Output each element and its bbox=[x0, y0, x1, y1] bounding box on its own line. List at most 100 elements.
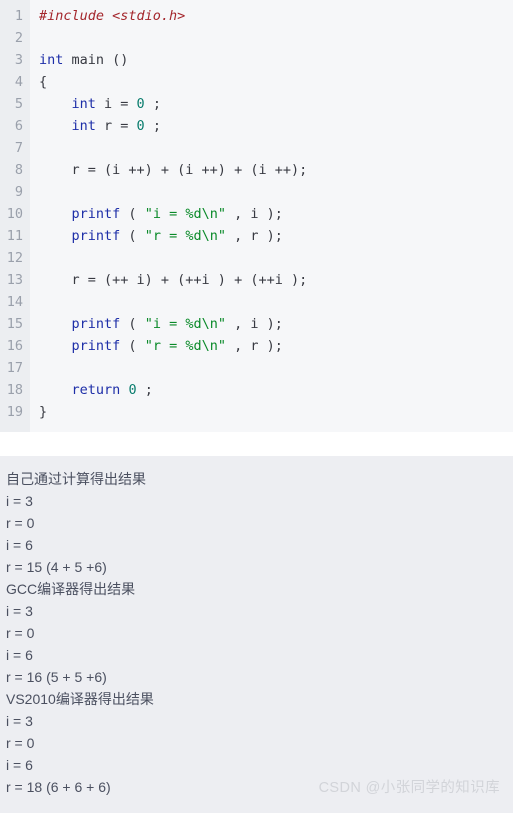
code-token-pre: #include <stdio.h> bbox=[39, 8, 186, 24]
line-number: 16 bbox=[6, 338, 23, 354]
code-line: 2 bbox=[0, 27, 513, 49]
code-token-p: { bbox=[39, 74, 48, 90]
code-line-content: printf ( "i = %d\n" , i ); bbox=[30, 203, 283, 225]
line-number: 6 bbox=[14, 118, 23, 134]
code-token-str: "r = %d\n" bbox=[144, 228, 226, 244]
code-line-content: r = (i ++) + (i ++) + (i ++); bbox=[30, 159, 308, 181]
code-line: 14 bbox=[0, 291, 513, 313]
line-number: 8 bbox=[14, 162, 23, 178]
section-separator bbox=[0, 432, 513, 456]
code-line-content: printf ( "r = %d\n" , r ); bbox=[30, 335, 283, 357]
output-line: r = 0 bbox=[6, 625, 35, 641]
code-token-p: i = bbox=[95, 96, 137, 112]
line-number: 18 bbox=[6, 382, 23, 398]
code-line: 8 r = (i ++) + (i ++) + (i ++); bbox=[0, 159, 513, 181]
code-token-p: , i ); bbox=[225, 316, 283, 332]
code-line-content: printf ( "i = %d\n" , i ); bbox=[30, 313, 283, 335]
code-token-p bbox=[39, 96, 72, 112]
line-number: 9 bbox=[14, 184, 23, 200]
code-block: 1 #include <stdio.h> 2 3 int main () 4{5 int… bbox=[0, 0, 513, 432]
code-token-fn: printf bbox=[71, 338, 121, 354]
code-line: 4{ bbox=[0, 71, 513, 93]
output-line: r = 0 bbox=[6, 735, 35, 751]
code-line: 15 printf ( "i = %d\n" , i ); bbox=[0, 313, 513, 335]
code-token-p: , i ); bbox=[225, 206, 283, 222]
code-line-content: { bbox=[30, 71, 47, 93]
code-token-p: ( bbox=[120, 228, 145, 244]
output-heading: 自己通过计算得出结果 bbox=[6, 471, 146, 487]
code-line-content: int i = 0 ; bbox=[30, 93, 161, 115]
output-heading: VS2010编译器得出结果 bbox=[6, 691, 154, 707]
output-line: i = 3 bbox=[6, 713, 33, 729]
output-panel: 自己通过计算得出结果 i = 3 r = 0 i = 6 r = 15 (4 + 5 +… bbox=[0, 456, 513, 813]
code-token-k: int bbox=[71, 96, 96, 112]
code-token-p: ; bbox=[144, 96, 161, 112]
line-number: 3 bbox=[14, 52, 23, 68]
line-number: 2 bbox=[14, 30, 23, 46]
line-number: 13 bbox=[6, 272, 23, 288]
code-token-str: "i = %d\n" bbox=[144, 206, 226, 222]
code-line-content bbox=[30, 181, 47, 203]
code-token-p: , r ); bbox=[225, 228, 283, 244]
code-line: 18 return 0 ; bbox=[0, 379, 513, 401]
code-line: 3 int main () bbox=[0, 49, 513, 71]
line-number: 5 bbox=[14, 96, 23, 112]
code-line: 12 bbox=[0, 247, 513, 269]
code-token-p: ( bbox=[120, 316, 145, 332]
code-line-content bbox=[30, 357, 47, 379]
code-line: 13 r = (++ i) + (++i ) + (++i ); bbox=[0, 269, 513, 291]
code-line-content: int r = 0 ; bbox=[30, 115, 161, 137]
line-number: 17 bbox=[6, 360, 23, 376]
code-token-k: int bbox=[39, 52, 64, 68]
code-line: 17 bbox=[0, 357, 513, 379]
code-line: 16 printf ( "r = %d\n" , r ); bbox=[0, 335, 513, 357]
code-line-list: 1 #include <stdio.h> 2 3 int main () 4{5 int… bbox=[0, 0, 513, 423]
code-token-p bbox=[39, 382, 72, 398]
code-line: 7 bbox=[0, 137, 513, 159]
code-line: 6 int r = 0 ; bbox=[0, 115, 513, 137]
code-token-str: "i = %d\n" bbox=[144, 316, 226, 332]
line-number: 12 bbox=[6, 250, 23, 266]
output-line: i = 6 bbox=[6, 537, 33, 553]
output-heading: GCC编译器得出结果 bbox=[6, 581, 136, 597]
code-line: 11 printf ( "r = %d\n" , r ); bbox=[0, 225, 513, 247]
output-line-list: 自己通过计算得出结果 i = 3 r = 0 i = 6 r = 15 (4 + 5 +… bbox=[6, 468, 513, 798]
code-token-p: , r ); bbox=[225, 338, 283, 354]
code-line-content: return 0 ; bbox=[30, 379, 153, 401]
line-number: 1 bbox=[14, 8, 23, 24]
code-line: 5 int i = 0 ; bbox=[0, 93, 513, 115]
code-line-content bbox=[30, 291, 47, 313]
code-token-fn: printf bbox=[71, 316, 121, 332]
code-token-num: 0 bbox=[136, 96, 145, 112]
code-token-p: r = (++ i) + (++i ) + (++i ); bbox=[39, 272, 308, 288]
output-line: i = 6 bbox=[6, 757, 33, 773]
code-token-p bbox=[39, 206, 72, 222]
code-line-content: printf ( "r = %d\n" , r ); bbox=[30, 225, 283, 247]
code-token-p: r = (i ++) + (i ++) + (i ++); bbox=[39, 162, 308, 178]
code-token-p bbox=[39, 118, 72, 134]
code-token-p: ; bbox=[144, 118, 161, 134]
line-number: 4 bbox=[14, 74, 23, 90]
code-line-content bbox=[30, 247, 47, 269]
code-token-p: } bbox=[39, 404, 48, 420]
line-number: 19 bbox=[6, 404, 23, 420]
code-line: 10 printf ( "i = %d\n" , i ); bbox=[0, 203, 513, 225]
code-token-k: int bbox=[71, 118, 96, 134]
code-token-str: "r = %d\n" bbox=[144, 338, 226, 354]
code-token-p: ( bbox=[120, 206, 145, 222]
code-token-p bbox=[39, 338, 72, 354]
output-line: i = 3 bbox=[6, 493, 33, 509]
output-line: i = 6 bbox=[6, 647, 33, 663]
code-token-num: 0 bbox=[128, 382, 137, 398]
code-token-fn: printf bbox=[71, 228, 121, 244]
code-token-p: ( bbox=[120, 338, 145, 354]
code-token-k: return bbox=[71, 382, 121, 398]
line-number: 11 bbox=[6, 228, 23, 244]
code-token-p bbox=[39, 228, 72, 244]
code-line-content: } bbox=[30, 401, 47, 423]
code-token-p: r = bbox=[95, 118, 137, 134]
code-line: 19} bbox=[0, 401, 513, 423]
code-token-p: ; bbox=[136, 382, 153, 398]
line-number: 14 bbox=[6, 294, 23, 310]
output-line: i = 3 bbox=[6, 603, 33, 619]
